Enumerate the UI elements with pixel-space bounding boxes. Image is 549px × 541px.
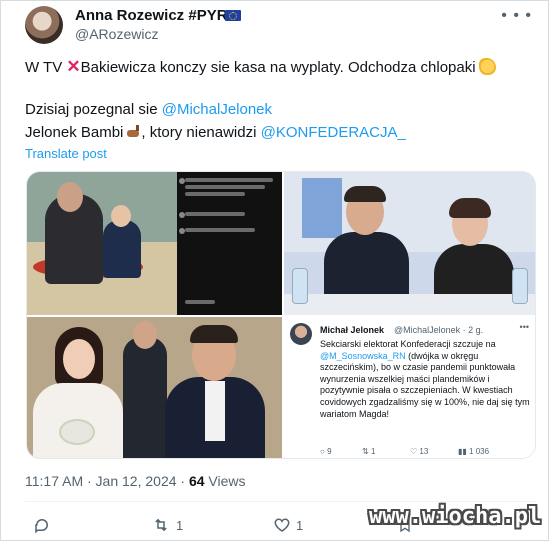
tweet-text-segment: , ktory nienawidzi xyxy=(141,124,261,141)
photo-groom-shirt xyxy=(205,381,225,441)
comment-line xyxy=(185,300,215,304)
author-name[interactable]: Anna Rozewicz #PYRA xyxy=(75,7,238,24)
quoted-reply-stat: ○ 9 xyxy=(320,447,332,456)
heart-icon xyxy=(274,518,290,532)
retweet-count: 1 xyxy=(176,517,184,533)
media-grid: Michał Jelonek @MichalJelonek · 2 g. •••… xyxy=(26,171,536,459)
tweet-text-segment: Jelonek Bambi xyxy=(25,124,124,141)
waving-hand-icon xyxy=(478,58,496,75)
quoted-views-count: 1 036 xyxy=(469,447,490,456)
tweet-text-line-1: W TV ✕Bakiewicza konczy sie kasa na wypl… xyxy=(25,57,496,78)
quoted-like-stat: ♡ 13 xyxy=(410,447,429,456)
quoted-author-name: Michał Jelonek xyxy=(320,325,385,335)
mention-link[interactable]: @MichalJelonek xyxy=(162,101,272,118)
quoted-mention: @M_Sosnowska_RN xyxy=(320,350,406,361)
photo-child xyxy=(103,220,141,278)
comment-line xyxy=(185,228,255,232)
quoted-retweet-count: 1 xyxy=(370,447,376,456)
photo-guest-head xyxy=(133,321,157,349)
photo-child-head xyxy=(111,205,131,227)
comment-line xyxy=(185,192,245,196)
tweet-card: Anna Rozewicz #PYRA @ARozewicz • • • W T… xyxy=(0,0,549,541)
comment-line xyxy=(185,178,273,182)
divider xyxy=(25,501,536,502)
like-count: 1 xyxy=(296,517,304,533)
reply-icon xyxy=(35,519,48,534)
photo-bouquet xyxy=(59,419,95,445)
media-photo-wedding[interactable] xyxy=(27,317,282,458)
phone-screenshot xyxy=(177,172,282,315)
quoted-author-handle: @MichalJelonek · 2 g. xyxy=(394,325,484,335)
photo-bottle xyxy=(292,268,308,304)
like-button[interactable]: 1 xyxy=(273,516,303,534)
translate-post-link[interactable]: Translate post xyxy=(25,146,107,161)
media-photo-studio[interactable] xyxy=(284,172,535,315)
timestamp-date[interactable]: 11:17 AM · Jan 12, 2024 · xyxy=(25,473,189,489)
photo-guest xyxy=(123,337,167,458)
reply-button[interactable] xyxy=(33,516,56,534)
photo-groom-hair xyxy=(190,325,238,343)
watermark: www.wiocha.pl xyxy=(369,504,542,529)
tweet-text-line-3: Jelonek Bambi , ktory nienawidzi @KONFEDE… xyxy=(25,123,406,143)
cross-mark-icon: ✕ xyxy=(66,57,81,76)
tweet-text-segment: Bakiewicza konczy sie kasa na wyplaty. O… xyxy=(80,59,476,76)
deer-icon xyxy=(125,125,141,139)
views-count: 64 xyxy=(188,473,205,489)
photo-desk xyxy=(284,294,535,315)
quoted-avatar xyxy=(290,323,312,345)
quoted-text: Sekciarski elektorat Konfederacji szczuj… xyxy=(320,339,530,420)
tweet-text-line-2: Dzisiaj pozegnal sie @MichalJelonek xyxy=(25,100,272,120)
retweet-icon xyxy=(155,518,167,532)
comment-line xyxy=(185,185,265,189)
quoted-text-segment: Sekciarski elektorat Konfederacji szczuj… xyxy=(320,339,496,349)
tweet-text-segment: Dzisiaj pozegnal sie xyxy=(25,101,162,118)
quoted-reply-count: 9 xyxy=(327,447,332,456)
quoted-like-count: 13 xyxy=(419,447,429,456)
photo-woman-hair xyxy=(449,198,491,218)
media-photo-playground[interactable] xyxy=(27,172,282,315)
retweet-button[interactable]: 1 xyxy=(151,516,183,534)
more-options-icon[interactable]: • • • xyxy=(501,7,532,25)
author-avatar[interactable] xyxy=(25,6,63,44)
quoted-views-stat: ▮▮ 1 036 xyxy=(458,447,490,456)
photo-man-head xyxy=(57,182,83,212)
photo-bottle xyxy=(512,268,528,304)
quoted-tweet-screenshot[interactable]: Michał Jelonek @MichalJelonek · 2 g. •••… xyxy=(284,317,535,458)
photo-man-hair xyxy=(344,186,386,202)
tweet-text-segment: W TV xyxy=(25,59,67,76)
photo-bride-face xyxy=(63,339,95,379)
views-label: Views xyxy=(204,473,246,489)
quoted-retweet-stat: ⇅ 1 xyxy=(362,447,376,456)
photo-window xyxy=(302,178,342,238)
author-handle[interactable]: @ARozewicz xyxy=(75,26,158,42)
comment-line xyxy=(185,212,245,216)
quoted-more-icon: ••• xyxy=(519,322,529,332)
mention-link[interactable]: @KONFEDERACJA_ xyxy=(261,124,406,141)
eu-flag-icon xyxy=(225,10,241,21)
tweet-timestamp: 11:17 AM · Jan 12, 2024 · 64 Views xyxy=(25,473,246,489)
